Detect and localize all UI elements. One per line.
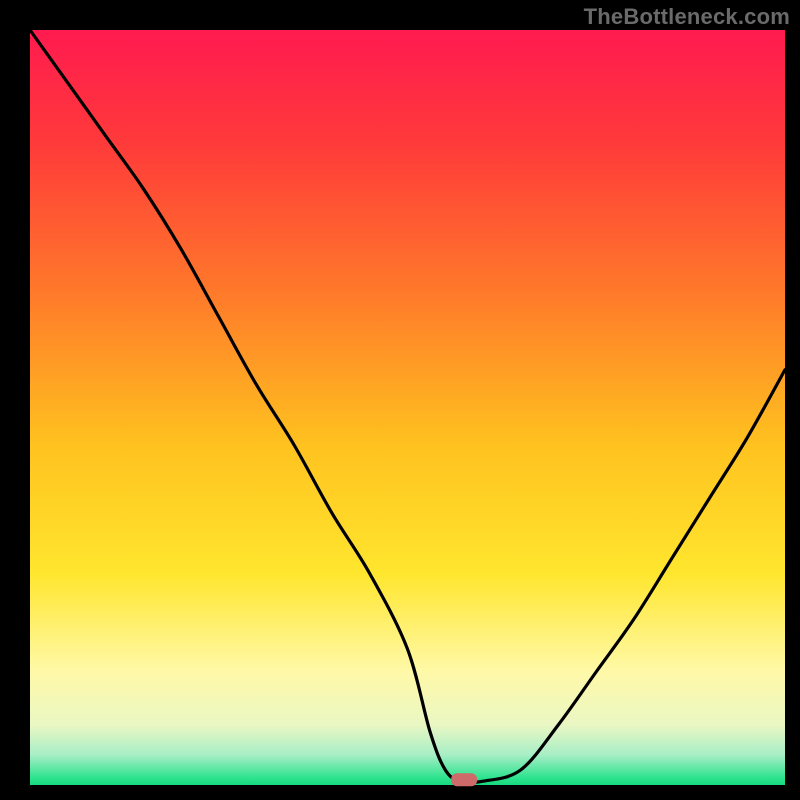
chart-container: TheBottleneck.com (0, 0, 800, 800)
chart-gradient-bg (30, 30, 785, 785)
bottleneck-chart (0, 0, 800, 800)
watermark-text: TheBottleneck.com (584, 4, 790, 30)
optimal-point-marker (451, 773, 477, 786)
